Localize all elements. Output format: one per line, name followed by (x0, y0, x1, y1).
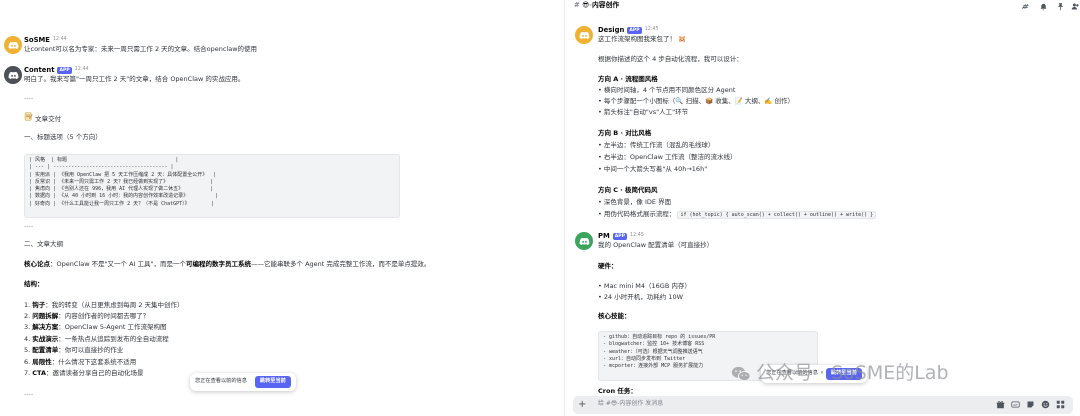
bullet-item: • 右半边：OpenClaw 工作流（整洁的流水线） (598, 153, 737, 161)
apps-icon[interactable] (1056, 400, 1066, 410)
divider: ---- (24, 222, 34, 230)
bell-icon[interactable] (1039, 2, 1049, 12)
section-heading: 二、文章大纲 (24, 240, 63, 248)
outline-item: 3. 解决方案：OpenClaw 5-Agent 工作流架构图 (24, 323, 167, 331)
deliver-text: 文章交付 (35, 115, 62, 123)
gift-icon[interactable] (996, 400, 1006, 410)
direction-a-title: 方向 A · 流程图风格 (598, 75, 658, 83)
timestamp: 12:44 (74, 67, 89, 73)
message-text: 根据你描述的这个 4 步自动化流程，我可以设计： (598, 55, 743, 63)
sticker-icon[interactable] (1026, 400, 1036, 410)
bullet-item: • 24 小时开机，功耗约 10W (598, 293, 684, 301)
pin-icon[interactable] (1056, 2, 1066, 12)
bullet-item: • 深色背景，像 IDE 界面 (598, 198, 672, 206)
direction-c-title: 方向 C · 极简代码风 (598, 186, 658, 194)
discord-logo-icon (579, 237, 589, 245)
avatar[interactable] (4, 36, 22, 54)
discord-logo-icon (579, 31, 589, 39)
message-text: 我的 OpenClaw 配置清单（可直接抄） (598, 241, 714, 249)
gif-icon[interactable]: GIF (1011, 400, 1021, 410)
memo-icon (24, 112, 33, 121)
outline-item: 6. 局限性：什么情况下这套系统不适用 (24, 358, 137, 366)
outline-item: 7. CTA：邀请读者分享自己的自动化场景 (24, 369, 144, 377)
cron-title: Cron 任务： (598, 387, 637, 395)
right-chat-pane: # 😎-内容创作 Design APP 12:45 这工作流架构图我来包了！ 🐹… (564, 0, 1080, 416)
direction-b-title: 方向 B · 对比风格 (598, 129, 652, 137)
deliver-line: 文章交付 (24, 112, 61, 124)
message-composer[interactable]: + 给 #😎-内容创作 发消息 GIF (573, 396, 1073, 414)
bullet-item: • 中间一个大箭头写着"从 40h→16h" (598, 165, 708, 173)
watermark: 公众号 · SoSME的Lab (731, 360, 949, 388)
channel-name: 内容创作 (592, 1, 620, 9)
discord-logo-icon (8, 41, 18, 49)
outline-item: 5. 配置清单：你可以直接抄的作业 (24, 346, 124, 354)
hash-icon: # (574, 1, 580, 9)
outline-item: 2. 问题拆解：内容创作者的时间都去哪了？ (24, 312, 150, 320)
app-badge: APP (627, 27, 642, 35)
message-text: 让content可以名为专家：未来一周只需工作 2 天的文章。结合opencla… (24, 45, 258, 53)
title-options-table: | 风格 | 标题 | | --- | --------------------… (24, 154, 400, 218)
avatar[interactable] (575, 232, 593, 250)
avatar[interactable] (575, 26, 593, 44)
outline-item: 1. 钩子：我的转变（从日更焦虑到每周 2 天集中创作） (24, 301, 184, 309)
divider: ---- (24, 94, 34, 102)
svg-text:GIF: GIF (1013, 403, 1018, 407)
add-attachment-icon[interactable]: + (578, 398, 586, 411)
app-badge: APP (57, 67, 72, 75)
structure-label: 结构： (24, 280, 44, 288)
history-notice-bar: 您正在查看以前的信息 跳转至当前 (190, 373, 296, 391)
history-notice-text: 您正在查看以前的信息 (195, 378, 247, 385)
core-argument: 核心论点：OpenClaw 不是"又一个 AI 工具"，而是一个可编程的数字员工… (24, 260, 431, 268)
skills-title: 核心技能： (598, 312, 631, 320)
members-icon[interactable] (1071, 2, 1080, 12)
timestamp: 12:45 (644, 27, 659, 33)
channel-header: # 😎-内容创作 (574, 1, 620, 9)
emoji-icon[interactable] (1041, 400, 1051, 410)
divider: ---- (24, 390, 34, 398)
left-chat-pane: SoSME 12:44 让content可以名为专家：未来一周只需工作 2 天的… (0, 0, 538, 416)
threads-icon[interactable] (1021, 2, 1031, 12)
bullet-item: • 左半边：传统工作流（混乱的毛线球） (598, 141, 715, 149)
composer-placeholder: 给 #😎-内容创作 发消息 (598, 400, 664, 407)
bullet-item: • 箭头标注"自动"vs"人工"环节 (598, 108, 689, 116)
outline-item: 4. 实战演示：一条热点从追踪到发布的全自动流程 (24, 335, 169, 343)
jump-to-present-button[interactable]: 跳转至当前 (254, 376, 291, 388)
hamster-emoji-icon: 🐹 (678, 35, 687, 43)
pseudo-code: if (hot_topic) { auto_scan() + collect()… (677, 211, 877, 219)
hardware-title: 硬件： (598, 262, 618, 270)
section-heading: 一、标题选项（5 个方向） (24, 133, 102, 141)
wechat-logo-icon (731, 366, 751, 381)
timestamp: 12:45 (630, 233, 644, 239)
discord-logo-icon (8, 71, 18, 79)
bullet-item: • Mac mini M4（16GB 内存） (598, 282, 691, 290)
watermark-text: 公众号 · SoSME的Lab (756, 362, 949, 384)
message-intro: 明白了。我来写篇"一周只工作 2 天"的文章，结合 OpenClaw 的实战应用… (24, 75, 245, 83)
avatar[interactable] (4, 66, 22, 84)
timestamp: 12:44 (52, 37, 67, 43)
message-text: 这工作流架构图我来包了！ 🐹 (598, 35, 687, 43)
bullet-item: • 每个步骤配一个小图标（🔍 扫描、📦 收集、📝 大纲、✍️ 创作） (598, 97, 795, 105)
bullet-item: • 用伪代码格式展示流程： if (hot_topic) { auto_scan… (598, 210, 877, 219)
bullet-item: • 横向时间轴，4 个节点用不同颜色区分 Agent (598, 86, 736, 94)
app-badge: APP (612, 233, 628, 241)
